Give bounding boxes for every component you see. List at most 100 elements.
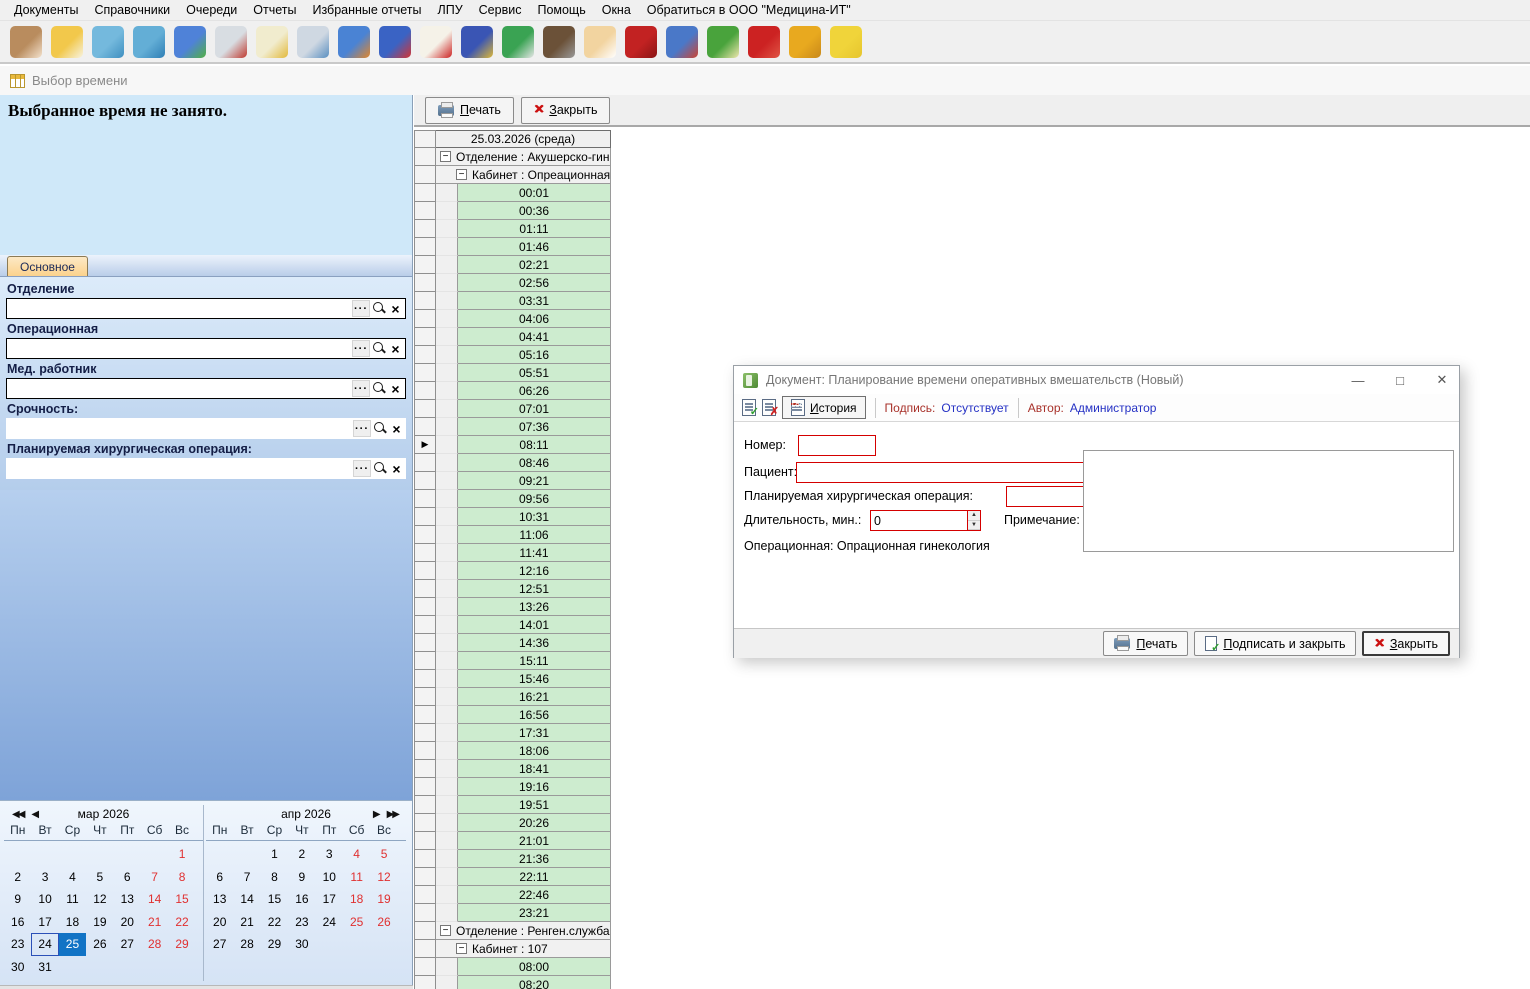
dialog-print-button[interactable]: Печать (1103, 631, 1188, 656)
day-cell[interactable]: 22 (168, 911, 195, 934)
menu-item[interactable]: Избранные отчеты (304, 1, 429, 19)
lookup-field[interactable]: ···× (6, 338, 406, 359)
day-cell[interactable]: 25 (59, 933, 86, 956)
search-icon[interactable] (372, 460, 388, 477)
tab-main[interactable]: Основное (7, 256, 88, 276)
time-slot[interactable]: 12:16 (458, 562, 611, 580)
schedule-clock-icon[interactable] (666, 26, 698, 58)
registry-window-icon[interactable] (51, 26, 83, 58)
time-slot[interactable]: 23:21 (458, 904, 611, 922)
search-icon[interactable] (372, 420, 388, 437)
time-slot[interactable]: 11:41 (458, 544, 611, 562)
day-cell[interactable]: 17 (31, 911, 58, 934)
nurse-icon[interactable] (584, 26, 616, 58)
patient-cards-icon[interactable] (92, 26, 124, 58)
ellipsis-button[interactable]: ··· (352, 380, 370, 397)
save-check-icon[interactable]: ✓ (742, 399, 756, 416)
ellipsis-button[interactable]: ··· (352, 340, 370, 357)
time-slot[interactable]: 16:21 (458, 688, 611, 706)
day-cell[interactable]: 22 (261, 911, 288, 934)
search-icon[interactable] (371, 340, 387, 357)
time-slot[interactable]: 14:01 (458, 616, 611, 634)
prev-month-icon[interactable]: ◀ (31, 809, 37, 820)
day-cell[interactable]: 16 (4, 911, 31, 934)
day-cell[interactable]: 2 (4, 866, 31, 889)
date-column-header[interactable]: 25.03.2026 (среда) (436, 130, 611, 148)
time-slot[interactable]: 09:56 (458, 490, 611, 508)
chat-icon[interactable] (830, 26, 862, 58)
history-button[interactable]: LOG История (782, 396, 866, 419)
time-slot[interactable]: 10:31 (458, 508, 611, 526)
day-cell[interactable]: 3 (31, 866, 58, 889)
search-icon[interactable] (371, 380, 387, 397)
collapse-icon[interactable]: − (440, 151, 451, 162)
medical-journal-icon[interactable] (420, 26, 452, 58)
staff-book-icon[interactable] (625, 26, 657, 58)
duration-spinner[interactable]: ▲▼ (967, 511, 980, 530)
day-cell[interactable]: 12 (86, 888, 113, 911)
time-slot[interactable]: 14:36 (458, 634, 611, 652)
day-cell[interactable]: 25 (343, 911, 370, 934)
dialog-title-bar[interactable]: Документ: Планирование времени оперативн… (734, 366, 1459, 394)
day-cell[interactable]: 9 (288, 866, 315, 889)
spin-down-icon[interactable]: ▼ (968, 521, 980, 531)
day-cell[interactable]: 13 (206, 888, 233, 911)
pills-icon[interactable] (502, 26, 534, 58)
day-cell[interactable]: 5 (370, 843, 397, 866)
day-cell[interactable]: 15 (261, 888, 288, 911)
duration-input[interactable] (871, 511, 967, 530)
time-slot[interactable]: 00:36 (458, 202, 611, 220)
time-slot[interactable]: 21:36 (458, 850, 611, 868)
ellipsis-button[interactable]: ··· (353, 460, 371, 477)
menu-item[interactable]: Помощь (529, 1, 593, 19)
print-button[interactable]: Печать (425, 97, 514, 124)
clear-icon[interactable]: × (389, 460, 404, 477)
day-cell[interactable]: 31 (31, 956, 58, 979)
time-slot[interactable]: 02:21 (458, 256, 611, 274)
day-cell[interactable]: 4 (59, 866, 86, 889)
day-cell[interactable]: 21 (141, 911, 168, 934)
lookup-field[interactable]: ···× (6, 418, 406, 439)
protected-doc-icon[interactable] (707, 26, 739, 58)
time-slot[interactable]: 06:26 (458, 382, 611, 400)
day-cell[interactable]: 14 (233, 888, 260, 911)
collapse-icon[interactable]: − (456, 943, 467, 954)
day-cell[interactable]: 11 (59, 888, 86, 911)
schedule-cards-icon[interactable] (338, 26, 370, 58)
maximize-button[interactable]: □ (1383, 368, 1417, 392)
menu-item[interactable]: Документы (6, 1, 86, 19)
thermometer-icon[interactable] (215, 26, 247, 58)
time-slot[interactable]: 19:16 (458, 778, 611, 796)
day-cell[interactable]: 10 (316, 866, 343, 889)
menu-item[interactable]: ЛПУ (430, 1, 471, 19)
department-row[interactable]: −Отделение : Ренген.служба (436, 922, 611, 940)
day-cell[interactable]: 29 (261, 933, 288, 956)
day-cell[interactable]: 15 (168, 888, 195, 911)
time-slot[interactable]: 03:31 (458, 292, 611, 310)
day-cell[interactable]: 17 (316, 888, 343, 911)
day-cell[interactable]: 8 (168, 866, 195, 889)
sign-and-close-button[interactable]: Подписать и закрыть (1194, 631, 1356, 656)
menu-item[interactable]: Окна (594, 1, 639, 19)
day-cell[interactable]: 6 (206, 866, 233, 889)
time-slot[interactable]: 17:31 (458, 724, 611, 742)
lookup-field[interactable]: ···× (6, 378, 406, 399)
day-cell[interactable]: 19 (86, 911, 113, 934)
time-slot[interactable]: 00:01 (458, 184, 611, 202)
close-window-button[interactable]: ✕ (1425, 368, 1459, 392)
time-slot[interactable]: 02:56 (458, 274, 611, 292)
day-cell[interactable]: 24 (316, 911, 343, 934)
duration-field[interactable]: ▲▼ (870, 510, 981, 531)
day-cell[interactable]: 6 (114, 866, 141, 889)
day-cell[interactable]: 8 (261, 866, 288, 889)
day-cell[interactable]: 7 (233, 866, 260, 889)
day-cell[interactable]: 28 (233, 933, 260, 956)
time-slot[interactable]: 07:01 (458, 400, 611, 418)
day-cell[interactable]: 18 (343, 888, 370, 911)
day-cell[interactable]: 3 (316, 843, 343, 866)
time-slot[interactable]: 22:46 (458, 886, 611, 904)
number-input[interactable] (799, 436, 875, 455)
time-slot[interactable]: 08:20 (458, 976, 611, 989)
time-slot[interactable]: 20:26 (458, 814, 611, 832)
time-slot[interactable]: 11:06 (458, 526, 611, 544)
